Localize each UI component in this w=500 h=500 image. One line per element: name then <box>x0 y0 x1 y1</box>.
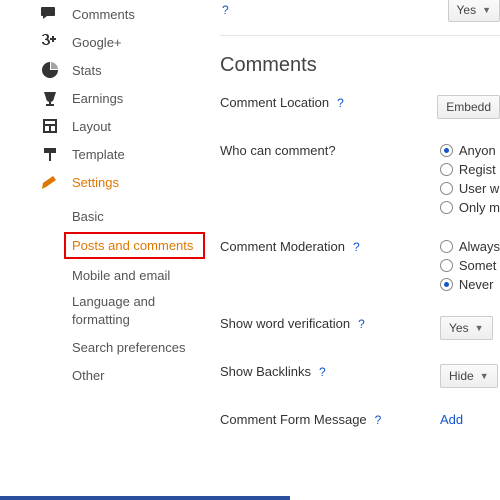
radio-label: Never <box>459 277 494 292</box>
sidebar-item-label: Template <box>72 147 125 162</box>
dropdown-value: Embedd <box>446 100 491 114</box>
sub-item-mobile-email[interactable]: Mobile and email <box>72 261 205 289</box>
help-icon[interactable]: ? <box>375 413 382 427</box>
verification-dropdown[interactable]: Yes ▼ <box>440 316 493 340</box>
divider <box>220 35 500 36</box>
radio-icon <box>440 240 453 253</box>
radio-never[interactable]: Never <box>440 277 500 292</box>
sidebar-item-comments[interactable]: Comments <box>38 0 205 28</box>
row-label: Comment Form Message ? <box>220 412 420 427</box>
row-control: Always Somet Never <box>390 239 500 292</box>
template-icon <box>38 144 62 164</box>
chevron-down-icon: ▼ <box>475 323 484 333</box>
radio-icon <box>440 278 453 291</box>
label-text: Comment Location <box>220 95 329 110</box>
backlinks-dropdown[interactable]: Hide ▼ <box>440 364 498 388</box>
radio-label: User w <box>459 181 499 196</box>
row-word-verification: Show word verification ? Yes ▼ <box>220 316 500 340</box>
row-label: Comment Location ? <box>220 95 387 110</box>
sub-item-language-formatting[interactable]: Language and formatting <box>72 289 205 333</box>
sub-item-other[interactable]: Other <box>72 361 205 389</box>
sidebar-item-layout[interactable]: Layout <box>38 112 205 140</box>
radio-icon <box>440 182 453 195</box>
settings-icon <box>38 172 62 192</box>
radio-anyone[interactable]: Anyon <box>440 143 500 158</box>
dropdown-value: Yes <box>457 3 477 17</box>
chevron-down-icon: ▼ <box>480 371 489 381</box>
label-text: Show word verification <box>220 316 350 331</box>
who-radio-group: Anyon Regist User w Only m <box>440 143 500 215</box>
row-control: Hide ▼ <box>390 364 500 388</box>
comment-location-dropdown[interactable]: Embedd <box>437 95 500 119</box>
section-title-comments: Comments <box>220 54 500 77</box>
sub-item-posts-comments[interactable]: Posts and comments <box>64 232 205 259</box>
row-control: Add <box>420 412 500 427</box>
row-label: Who can comment? <box>220 143 390 158</box>
help-icon[interactable]: ? <box>319 365 326 379</box>
bottom-bar <box>0 496 290 500</box>
row-control: Embedd <box>387 95 500 119</box>
settings-submenu: Basic Posts and comments Mobile and emai… <box>38 196 205 389</box>
sub-item-search-preferences[interactable]: Search preferences <box>72 333 205 361</box>
row-control: Anyon Regist User w Only m <box>390 143 500 215</box>
sidebar: Comments Google+ Stats Earnings Layout T… <box>0 0 205 389</box>
row-show-backlinks: Show Backlinks ? Hide ▼ <box>220 364 500 388</box>
sidebar-item-earnings[interactable]: Earnings <box>38 84 205 112</box>
radio-label: Anyon <box>459 143 496 158</box>
sub-item-basic[interactable]: Basic <box>72 202 205 230</box>
row-control: Yes ▼ <box>390 316 500 340</box>
sidebar-item-label: Comments <box>72 7 135 22</box>
dropdown-value: Yes <box>449 321 469 335</box>
help-icon[interactable]: ? <box>358 317 365 331</box>
stats-icon <box>38 60 62 80</box>
help-icon[interactable]: ? <box>337 96 344 110</box>
row-who-can-comment: Who can comment? Anyon Regist User w Onl… <box>220 143 500 215</box>
dropdown-value: Hide <box>449 369 474 383</box>
sidebar-item-stats[interactable]: Stats <box>38 56 205 84</box>
sidebar-item-label: Google+ <box>72 35 122 50</box>
row-comment-form-message: Comment Form Message ? Add <box>220 412 500 432</box>
label-text: Show Backlinks <box>220 364 311 379</box>
earnings-icon <box>38 88 62 108</box>
help-icon[interactable]: ? <box>222 3 229 17</box>
radio-registered[interactable]: Regist <box>440 162 500 177</box>
lightbox-dropdown-fragment: Yes ▼ <box>448 0 500 22</box>
chevron-down-icon: ▼ <box>482 5 491 15</box>
row-comment-moderation: Comment Moderation ? Always Somet Never <box>220 239 500 292</box>
radio-icon <box>440 163 453 176</box>
sidebar-item-template[interactable]: Template <box>38 140 205 168</box>
radio-label: Always <box>459 239 500 254</box>
row-comment-location: Comment Location ? Embedd <box>220 95 500 119</box>
sidebar-item-label: Earnings <box>72 91 123 106</box>
sidebar-item-label: Stats <box>72 63 102 78</box>
label-text: Comment Form Message <box>220 412 367 427</box>
radio-icon <box>440 259 453 272</box>
radio-label: Regist <box>459 162 496 177</box>
radio-label: Only m <box>459 200 500 215</box>
moderation-radio-group: Always Somet Never <box>440 239 500 292</box>
comments-icon <box>38 4 62 24</box>
help-icon[interactable]: ? <box>353 240 360 254</box>
label-text: Comment Moderation <box>220 239 345 254</box>
radio-icon <box>440 201 453 214</box>
layout-icon <box>38 116 62 136</box>
row-label: Show word verification ? <box>220 316 390 331</box>
label-text: Who can comment? <box>220 143 336 158</box>
add-link[interactable]: Add <box>440 412 463 427</box>
googleplus-icon <box>38 32 62 52</box>
radio-only-members[interactable]: Only m <box>440 200 500 215</box>
row-label: Comment Moderation ? <box>220 239 390 254</box>
radio-icon <box>440 144 453 157</box>
row-label: Show Backlinks ? <box>220 364 390 379</box>
radio-sometimes[interactable]: Somet <box>440 258 500 273</box>
sidebar-item-googleplus[interactable]: Google+ <box>38 28 205 56</box>
sidebar-item-label: Layout <box>72 119 111 134</box>
sidebar-item-label: Settings <box>72 175 119 190</box>
radio-label: Somet <box>459 258 497 273</box>
sidebar-item-settings[interactable]: Settings <box>38 168 205 196</box>
lightbox-dropdown[interactable]: Yes ▼ <box>448 0 500 22</box>
radio-always[interactable]: Always <box>440 239 500 254</box>
main-content: ? Yes ▼ Comments Comment Location ? Embe… <box>220 0 500 440</box>
radio-user-with[interactable]: User w <box>440 181 500 196</box>
